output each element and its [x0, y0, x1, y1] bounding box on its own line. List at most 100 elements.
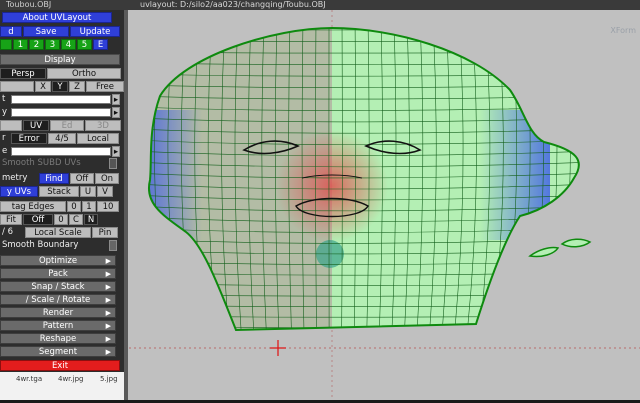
- display-section-header[interactable]: Display: [0, 54, 120, 65]
- smooth-boundary-label: Smooth Boundary: [0, 240, 108, 251]
- menu-render-label: Render: [43, 308, 73, 318]
- slot-1-button[interactable]: 1: [13, 39, 28, 50]
- menu-reshape-label: Reshape: [40, 334, 76, 344]
- menu-arrow-icon: ▶: [106, 321, 111, 331]
- n-button[interactable]: N: [84, 214, 98, 225]
- error-row-label: r: [0, 133, 10, 144]
- menu-segment[interactable]: Segment ▶: [0, 346, 116, 357]
- edges-0-button[interactable]: 0: [67, 201, 81, 212]
- file-thumbnail-strip: 4wr.tga 4wr.jpg 5.jpg: [0, 372, 124, 400]
- slider-e[interactable]: [11, 147, 111, 156]
- axis-x-button[interactable]: X: [35, 81, 51, 92]
- menu-pattern-label: Pattern: [43, 321, 74, 331]
- slider-b[interactable]: [11, 108, 111, 117]
- smooth-boundary-checkbox[interactable]: [109, 240, 117, 251]
- thumbnail-label[interactable]: 4wr.tga: [16, 375, 42, 383]
- menu-pack[interactable]: Pack ▶: [0, 268, 116, 279]
- slot-3-button[interactable]: 3: [45, 39, 60, 50]
- menu-snap-stack-label: Snap / Stack: [31, 282, 84, 292]
- slot-5-button[interactable]: 5: [77, 39, 92, 50]
- slider-b-arrow-icon[interactable]: ▸: [112, 107, 120, 118]
- face-uv-shell: [124, 10, 640, 400]
- update-button[interactable]: Update: [70, 26, 120, 37]
- uv-mesh-canvas[interactable]: [124, 10, 640, 400]
- axis-blank[interactable]: [0, 81, 34, 92]
- symmetry-on-button[interactable]: On: [95, 173, 119, 184]
- about-button[interactable]: About UVLayout: [2, 12, 112, 23]
- uvs-button[interactable]: y UVs: [0, 186, 38, 197]
- crosshair-cursor-icon: [270, 340, 286, 356]
- pin-button[interactable]: Pin: [92, 227, 118, 238]
- zero-button[interactable]: 0: [54, 214, 68, 225]
- fraction-label: / 6: [0, 227, 24, 238]
- c-button[interactable]: C: [69, 214, 83, 225]
- uv-blank[interactable]: [0, 120, 22, 131]
- slider-a[interactable]: [11, 95, 111, 104]
- u-button[interactable]: U: [80, 186, 96, 197]
- menu-optimize[interactable]: Optimize ▶: [0, 255, 116, 266]
- menu-arrow-icon: ▶: [106, 256, 111, 266]
- menu-arrow-icon: ▶: [106, 347, 111, 357]
- thumbnail-label[interactable]: 4wr.jpg: [58, 375, 83, 383]
- menu-scale-rotate[interactable]: / Scale / Rotate▶: [0, 294, 116, 305]
- fit-off-button[interactable]: Off: [23, 214, 53, 225]
- uv-viewport[interactable]: [124, 10, 640, 400]
- error-button[interactable]: Error: [11, 133, 47, 144]
- menu-segment-label: Segment: [39, 347, 77, 357]
- local-scale-button[interactable]: Local Scale: [25, 227, 91, 238]
- find-button[interactable]: Find: [39, 173, 69, 184]
- uv-grid-line: [579, 20, 598, 340]
- slider-e-arrow-icon[interactable]: ▸: [112, 146, 120, 157]
- menu-reshape[interactable]: Reshape ▶: [0, 333, 116, 344]
- axis-y-button[interactable]: Y: [52, 81, 68, 92]
- small-shell-1: [530, 247, 558, 256]
- menu-arrow-icon: ▶: [106, 308, 111, 318]
- menu-pack-label: Pack: [48, 269, 68, 279]
- v-button[interactable]: V: [97, 186, 113, 197]
- distortion-hotspot: [276, 130, 388, 242]
- symmetry-label: metry: [0, 173, 38, 184]
- save-button[interactable]: Save: [23, 26, 69, 37]
- slot-2-button[interactable]: 2: [29, 39, 44, 50]
- menu-snap-stack[interactable]: Snap / Stack ▶: [0, 281, 116, 292]
- edges-10-button[interactable]: 10: [97, 201, 119, 212]
- 3d-mode-button[interactable]: 3D: [85, 120, 121, 131]
- slot-e-button[interactable]: E: [93, 39, 108, 50]
- slot-4-button[interactable]: 4: [61, 39, 76, 50]
- xform-label: XForm: [610, 26, 636, 35]
- window-title: uvlayout: D:/silo2/aa023/changqing/Toubu…: [140, 0, 326, 10]
- title-bar: Toubou.OBJ uvlayout: D:/silo2/aa023/chan…: [0, 0, 640, 10]
- stack-button[interactable]: Stack: [39, 186, 79, 197]
- menu-optimize-label: Optimize: [39, 256, 77, 266]
- ratio-button[interactable]: 4/5: [48, 133, 76, 144]
- exit-button[interactable]: Exit: [0, 360, 120, 371]
- tag-edges-button[interactable]: tag Edges: [0, 201, 66, 212]
- local-button[interactable]: Local: [77, 133, 119, 144]
- uv-mode-button[interactable]: UV: [23, 120, 49, 131]
- menu-render[interactable]: Render ▶: [0, 307, 116, 318]
- edges-1-button[interactable]: 1: [82, 201, 96, 212]
- symmetry-off-button[interactable]: Off: [70, 173, 94, 184]
- smooth-subd-checkbox[interactable]: [109, 158, 117, 169]
- axis-free-button[interactable]: Free: [86, 81, 124, 92]
- smooth-subd-label: Smooth SUBD UVs: [0, 158, 108, 169]
- ed-mode-button[interactable]: Ed: [50, 120, 84, 131]
- thumbnail-label[interactable]: 5.jpg: [100, 375, 118, 383]
- uv-grid-line: [128, 20, 142, 340]
- fit-button[interactable]: Fit: [0, 214, 22, 225]
- menu-pattern[interactable]: Pattern ▶: [0, 320, 116, 331]
- axis-z-button[interactable]: Z: [69, 81, 85, 92]
- viewport-left-edge: [124, 10, 128, 400]
- row-a-label: t: [0, 94, 10, 105]
- control-panel: About UVLayout d Save Update 1 2 3 4 5 E…: [0, 10, 124, 372]
- row-b-label: y: [0, 107, 10, 118]
- slot-blank[interactable]: [0, 39, 12, 50]
- small-shell-2: [562, 239, 590, 247]
- ortho-button[interactable]: Ortho: [47, 68, 121, 79]
- menu-arrow-icon: ▶: [106, 269, 111, 279]
- persp-button[interactable]: Persp: [0, 68, 46, 79]
- menu-arrow-icon: ▶: [106, 282, 111, 292]
- menu-arrow-icon: ▶: [106, 334, 111, 344]
- slider-a-arrow-icon[interactable]: ▸: [112, 94, 120, 105]
- load-button[interactable]: d: [0, 26, 22, 37]
